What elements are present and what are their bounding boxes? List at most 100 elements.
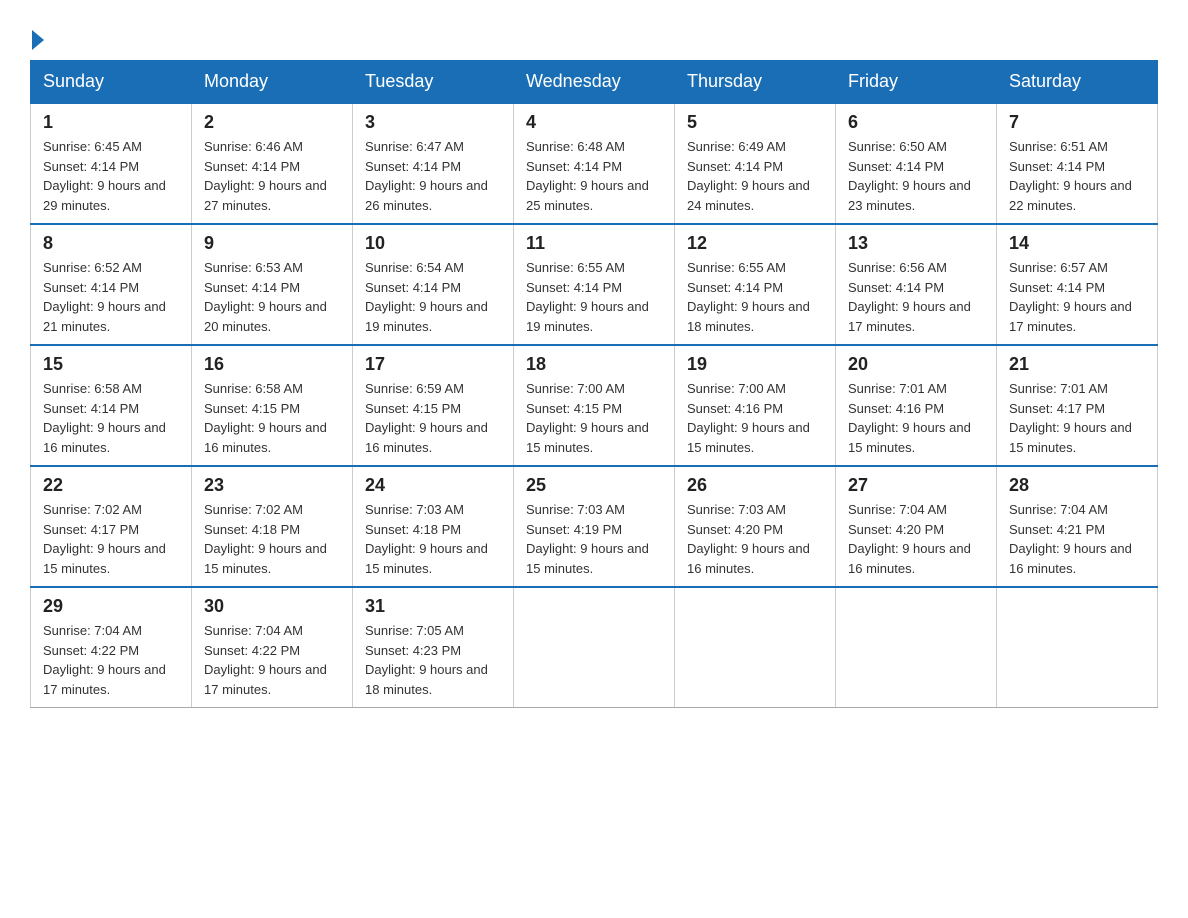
day-number: 26 bbox=[687, 475, 823, 496]
day-info: Sunrise: 6:55 AMSunset: 4:14 PMDaylight:… bbox=[526, 258, 662, 336]
calendar-cell bbox=[836, 587, 997, 708]
calendar-cell: 7 Sunrise: 6:51 AMSunset: 4:14 PMDaylight… bbox=[997, 103, 1158, 224]
day-number: 10 bbox=[365, 233, 501, 254]
day-number: 18 bbox=[526, 354, 662, 375]
day-info: Sunrise: 6:58 AMSunset: 4:14 PMDaylight:… bbox=[43, 379, 179, 457]
day-number: 16 bbox=[204, 354, 340, 375]
day-info: Sunrise: 6:53 AMSunset: 4:14 PMDaylight:… bbox=[204, 258, 340, 336]
calendar-cell: 14Sunrise: 6:57 AMSunset: 4:14 PMDayligh… bbox=[997, 224, 1158, 345]
calendar-cell: 24 Sunrise: 7:03 AMSunset: 4:18 PMDayligh… bbox=[353, 466, 514, 587]
calendar-cell bbox=[997, 587, 1158, 708]
day-number: 3 bbox=[365, 112, 501, 133]
day-info: Sunrise: 6:52 AMSunset: 4:14 PMDaylight:… bbox=[43, 258, 179, 336]
calendar-cell: 16 Sunrise: 6:58 AMSunset: 4:15 PMDayligh… bbox=[192, 345, 353, 466]
calendar-cell: 3Sunrise: 6:47 AMSunset: 4:14 PMDaylight… bbox=[353, 103, 514, 224]
day-number: 2 bbox=[204, 112, 340, 133]
calendar-header-wednesday: Wednesday bbox=[514, 61, 675, 104]
calendar-cell: 21 Sunrise: 7:01 AMSunset: 4:17 PMDayligh… bbox=[997, 345, 1158, 466]
calendar-cell: 23 Sunrise: 7:02 AMSunset: 4:18 PMDayligh… bbox=[192, 466, 353, 587]
calendar-cell: 22Sunrise: 7:02 AMSunset: 4:17 PMDayligh… bbox=[31, 466, 192, 587]
calendar-cell: 1Sunrise: 6:45 AMSunset: 4:14 PMDaylight… bbox=[31, 103, 192, 224]
day-number: 12 bbox=[687, 233, 823, 254]
calendar-cell: 11 Sunrise: 6:55 AMSunset: 4:14 PMDayligh… bbox=[514, 224, 675, 345]
calendar-cell: 20Sunrise: 7:01 AMSunset: 4:16 PMDayligh… bbox=[836, 345, 997, 466]
calendar-cell: 18 Sunrise: 7:00 AMSunset: 4:15 PMDayligh… bbox=[514, 345, 675, 466]
day-info: Sunrise: 6:46 AMSunset: 4:14 PMDaylight:… bbox=[204, 137, 340, 215]
day-number: 15 bbox=[43, 354, 179, 375]
day-info: Sunrise: 6:49 AMSunset: 4:14 PMDaylight:… bbox=[687, 137, 823, 215]
calendar-cell: 4 Sunrise: 6:48 AMSunset: 4:14 PMDaylight… bbox=[514, 103, 675, 224]
calendar-cell bbox=[675, 587, 836, 708]
day-info: Sunrise: 7:04 AMSunset: 4:22 PMDaylight:… bbox=[43, 621, 179, 699]
calendar-cell: 13 Sunrise: 6:56 AMSunset: 4:14 PMDayligh… bbox=[836, 224, 997, 345]
calendar-cell: 8 Sunrise: 6:52 AMSunset: 4:14 PMDaylight… bbox=[31, 224, 192, 345]
calendar-cell: 31 Sunrise: 7:05 AMSunset: 4:23 PMDayligh… bbox=[353, 587, 514, 708]
day-number: 4 bbox=[526, 112, 662, 133]
day-info: Sunrise: 6:57 AMSunset: 4:14 PMDaylight:… bbox=[1009, 258, 1145, 336]
day-info: Sunrise: 7:02 AMSunset: 4:18 PMDaylight:… bbox=[204, 500, 340, 578]
page-header bbox=[30, 20, 1158, 50]
calendar-cell: 2 Sunrise: 6:46 AMSunset: 4:14 PMDaylight… bbox=[192, 103, 353, 224]
day-number: 19 bbox=[687, 354, 823, 375]
day-info: Sunrise: 6:51 AMSunset: 4:14 PMDaylight:… bbox=[1009, 137, 1145, 215]
day-info: Sunrise: 7:04 AMSunset: 4:20 PMDaylight:… bbox=[848, 500, 984, 578]
calendar-header-monday: Monday bbox=[192, 61, 353, 104]
calendar-week-row: 29 Sunrise: 7:04 AMSunset: 4:22 PMDayligh… bbox=[31, 587, 1158, 708]
day-number: 24 bbox=[365, 475, 501, 496]
day-number: 31 bbox=[365, 596, 501, 617]
day-number: 23 bbox=[204, 475, 340, 496]
calendar-cell: 6Sunrise: 6:50 AMSunset: 4:14 PMDaylight… bbox=[836, 103, 997, 224]
calendar-cell: 26 Sunrise: 7:03 AMSunset: 4:20 PMDayligh… bbox=[675, 466, 836, 587]
day-info: Sunrise: 7:03 AMSunset: 4:20 PMDaylight:… bbox=[687, 500, 823, 578]
day-number: 9 bbox=[204, 233, 340, 254]
day-info: Sunrise: 6:45 AMSunset: 4:14 PMDaylight:… bbox=[43, 137, 179, 215]
day-number: 7 bbox=[1009, 112, 1145, 133]
calendar-cell: 19Sunrise: 7:00 AMSunset: 4:16 PMDayligh… bbox=[675, 345, 836, 466]
day-info: Sunrise: 6:59 AMSunset: 4:15 PMDaylight:… bbox=[365, 379, 501, 457]
day-number: 21 bbox=[1009, 354, 1145, 375]
calendar-cell: 15 Sunrise: 6:58 AMSunset: 4:14 PMDayligh… bbox=[31, 345, 192, 466]
day-number: 28 bbox=[1009, 475, 1145, 496]
day-number: 20 bbox=[848, 354, 984, 375]
day-number: 29 bbox=[43, 596, 179, 617]
day-info: Sunrise: 7:04 AMSunset: 4:22 PMDaylight:… bbox=[204, 621, 340, 699]
calendar-cell: 10 Sunrise: 6:54 AMSunset: 4:14 PMDayligh… bbox=[353, 224, 514, 345]
day-number: 11 bbox=[526, 233, 662, 254]
day-info: Sunrise: 6:55 AMSunset: 4:14 PMDaylight:… bbox=[687, 258, 823, 336]
calendar-week-row: 22Sunrise: 7:02 AMSunset: 4:17 PMDayligh… bbox=[31, 466, 1158, 587]
calendar-cell: 5 Sunrise: 6:49 AMSunset: 4:14 PMDaylight… bbox=[675, 103, 836, 224]
day-info: Sunrise: 6:56 AMSunset: 4:14 PMDaylight:… bbox=[848, 258, 984, 336]
day-info: Sunrise: 6:54 AMSunset: 4:14 PMDaylight:… bbox=[365, 258, 501, 336]
calendar-header-row: SundayMondayTuesdayWednesdayThursdayFrid… bbox=[31, 61, 1158, 104]
calendar-cell: 30 Sunrise: 7:04 AMSunset: 4:22 PMDayligh… bbox=[192, 587, 353, 708]
calendar-cell: 29 Sunrise: 7:04 AMSunset: 4:22 PMDayligh… bbox=[31, 587, 192, 708]
day-info: Sunrise: 7:03 AMSunset: 4:18 PMDaylight:… bbox=[365, 500, 501, 578]
calendar-cell: 9 Sunrise: 6:53 AMSunset: 4:14 PMDaylight… bbox=[192, 224, 353, 345]
day-info: Sunrise: 6:48 AMSunset: 4:14 PMDaylight:… bbox=[526, 137, 662, 215]
day-info: Sunrise: 7:04 AMSunset: 4:21 PMDaylight:… bbox=[1009, 500, 1145, 578]
day-info: Sunrise: 6:50 AMSunset: 4:14 PMDaylight:… bbox=[848, 137, 984, 215]
day-info: Sunrise: 7:03 AMSunset: 4:19 PMDaylight:… bbox=[526, 500, 662, 578]
calendar-header-thursday: Thursday bbox=[675, 61, 836, 104]
day-info: Sunrise: 6:58 AMSunset: 4:15 PMDaylight:… bbox=[204, 379, 340, 457]
calendar-header-tuesday: Tuesday bbox=[353, 61, 514, 104]
day-number: 8 bbox=[43, 233, 179, 254]
calendar-cell: 27 Sunrise: 7:04 AMSunset: 4:20 PMDayligh… bbox=[836, 466, 997, 587]
day-number: 27 bbox=[848, 475, 984, 496]
day-number: 5 bbox=[687, 112, 823, 133]
calendar-cell: 17Sunrise: 6:59 AMSunset: 4:15 PMDayligh… bbox=[353, 345, 514, 466]
calendar-cell bbox=[514, 587, 675, 708]
calendar-week-row: 1Sunrise: 6:45 AMSunset: 4:14 PMDaylight… bbox=[31, 103, 1158, 224]
calendar-header-sunday: Sunday bbox=[31, 61, 192, 104]
calendar-header-friday: Friday bbox=[836, 61, 997, 104]
day-info: Sunrise: 7:00 AMSunset: 4:15 PMDaylight:… bbox=[526, 379, 662, 457]
day-info: Sunrise: 7:05 AMSunset: 4:23 PMDaylight:… bbox=[365, 621, 501, 699]
day-number: 30 bbox=[204, 596, 340, 617]
calendar-cell: 25 Sunrise: 7:03 AMSunset: 4:19 PMDayligh… bbox=[514, 466, 675, 587]
calendar-table: SundayMondayTuesdayWednesdayThursdayFrid… bbox=[30, 60, 1158, 708]
day-info: Sunrise: 7:01 AMSunset: 4:17 PMDaylight:… bbox=[1009, 379, 1145, 457]
calendar-week-row: 8 Sunrise: 6:52 AMSunset: 4:14 PMDaylight… bbox=[31, 224, 1158, 345]
day-number: 13 bbox=[848, 233, 984, 254]
calendar-header-saturday: Saturday bbox=[997, 61, 1158, 104]
day-number: 25 bbox=[526, 475, 662, 496]
